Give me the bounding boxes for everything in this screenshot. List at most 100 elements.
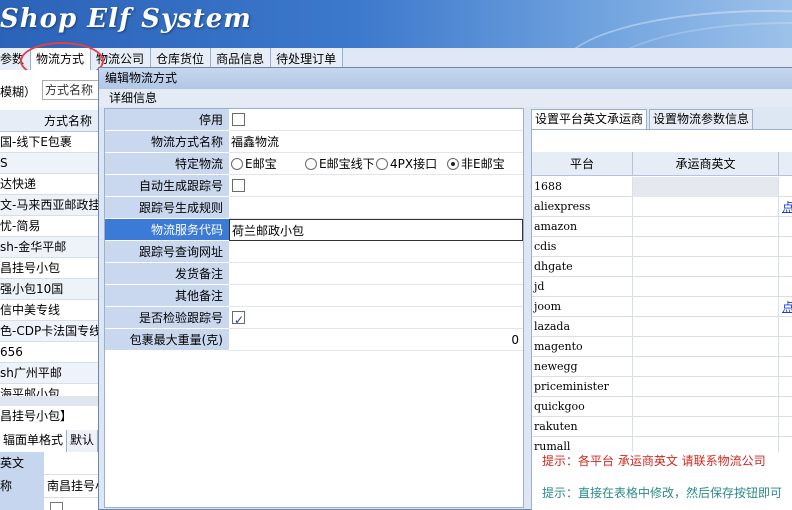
app-header-banner: Shop Elf System [0, 0, 792, 48]
list-item[interactable]: S [0, 153, 100, 174]
tracking-rule-input[interactable] [229, 197, 523, 219]
list-item[interactable]: 国-线下E包裹 [0, 132, 100, 153]
radio-4px-api[interactable]: 4PX接口 [376, 157, 437, 171]
carrier-cell[interactable] [633, 257, 779, 277]
carrier-tip: 提示：各平台 承运商英文 请联系物流公司 [542, 454, 766, 468]
carrier-cell[interactable] [633, 277, 779, 297]
field-auto-tracking: 自动生成跟踪号 [105, 175, 525, 197]
field-max-weight: 包裹最大重量(克) 0 [105, 329, 525, 351]
search-input[interactable]: 方式名称 [42, 80, 100, 100]
grid-rows: 1688 aliexpress 点 amazon cdis dhgate jd j… [532, 177, 792, 452]
shipping-note-input[interactable] [229, 263, 523, 285]
radio-eub[interactable]: E邮宝 [231, 157, 277, 171]
verify-tracking-checkbox[interactable] [232, 309, 245, 328]
table-row: amazon [532, 217, 792, 237]
carrier-cell[interactable] [633, 237, 779, 257]
detail-checkbox[interactable] [50, 502, 63, 510]
field-label: 停用 [105, 109, 229, 131]
platform-cell: rumall [532, 437, 633, 452]
platform-cell: lazada [532, 317, 633, 337]
field-label: 自动生成跟踪号 [105, 175, 229, 197]
detail-row: 英文 [0, 452, 100, 475]
field-method-name: 物流方式名称 福鑫物流 [105, 131, 525, 153]
detail-value[interactable]: 南昌挂号小 [47, 475, 100, 498]
column-header-platform[interactable]: 平台 [532, 152, 633, 176]
field-label: 其他备注 [105, 285, 229, 307]
shipping-method-list-panel: 模糊） 方式名称 方式名称 国-线下E包裹 S 达快递 文-马来西亚邮政挂 忧-… [0, 70, 100, 510]
service-code-input[interactable]: 荷兰邮政小包 [229, 219, 523, 241]
app-title: Shop Elf System [0, 4, 252, 34]
right-tabs: 设置平台英文承运商 设置物流参数信息 [531, 109, 792, 130]
list-item[interactable]: 强小包10国 [0, 279, 100, 300]
row-link[interactable]: 点 [782, 297, 792, 317]
carrier-cell[interactable] [633, 337, 779, 357]
carrier-cell[interactable] [633, 317, 779, 337]
detail-key: 英文 [0, 452, 44, 475]
platform-cell: magento [532, 337, 633, 357]
carrier-cell[interactable] [633, 357, 779, 377]
edit-shipping-method-dialog: 编辑物流方式 详细信息 停用 物流方式名称 福鑫物流 特定物流 E邮宝 E邮宝线… [98, 67, 792, 510]
radio-eub-offline[interactable]: E邮宝线下 [305, 157, 375, 171]
auto-tracking-checkbox[interactable] [232, 179, 245, 192]
column-header-carrier[interactable]: 承运商英文 [633, 152, 779, 176]
list-item[interactable]: 信中美专线 [0, 300, 100, 321]
detail-tabs: 辐面单格式 默认 [0, 430, 100, 452]
row-link[interactable]: 点 [782, 197, 792, 217]
group-label: 昌挂号小包】 [0, 409, 73, 423]
table-row: rumall [532, 437, 792, 452]
list-item[interactable]: sh广州平邮 [0, 363, 100, 384]
list-item[interactable]: 忧-简易 [0, 216, 100, 237]
platform-cell: aliexpress [532, 197, 633, 217]
property-grid: 停用 物流方式名称 福鑫物流 特定物流 E邮宝 E邮宝线下 4PX接口 非E邮宝… [104, 108, 524, 508]
grid-header: 平台 承运商英文 [532, 152, 792, 176]
field-disabled: 停用 [105, 109, 525, 131]
disabled-checkbox[interactable] [232, 113, 245, 126]
tab-label-format[interactable]: 辐面单格式 [0, 430, 68, 452]
method-name-input[interactable]: 福鑫物流 [229, 131, 523, 153]
list-item[interactable]: 656 [0, 342, 100, 363]
table-row: priceminister [532, 377, 792, 397]
field-verify-tracking: 是否检验跟踪号 [105, 307, 525, 329]
field-label: 物流服务代码 [105, 219, 229, 241]
tracking-url-input[interactable] [229, 241, 523, 263]
table-row: newegg [532, 357, 792, 377]
tab-platform-carrier[interactable]: 设置平台英文承运商 [531, 109, 648, 130]
carrier-cell[interactable] [633, 437, 779, 452]
field-label: 包裹最大重量(克) [105, 329, 229, 351]
carrier-cell[interactable] [633, 377, 779, 397]
carrier-cell[interactable] [633, 297, 779, 317]
panel-splitter[interactable] [0, 396, 100, 406]
carrier-cell[interactable] [633, 417, 779, 437]
platform-cell: cdis [532, 237, 633, 257]
platform-cell: priceminister [532, 377, 633, 397]
tab-default[interactable]: 默认 [67, 430, 99, 452]
carrier-cell[interactable] [633, 217, 779, 237]
platform-cell: newegg [532, 357, 633, 377]
max-weight-input[interactable]: 0 [511, 329, 519, 350]
details-section-header: 详细信息 [99, 89, 792, 107]
detail-key [0, 498, 44, 510]
list-item[interactable]: 色-CDP卡法国专线 [0, 321, 100, 342]
radio-non-eub[interactable]: 非E邮宝 [447, 157, 505, 171]
field-specific-logistics: 特定物流 E邮宝 E邮宝线下 4PX接口 非E邮宝 [105, 153, 525, 175]
menu-item-params[interactable]: 参数 [0, 48, 32, 70]
dialog-title: 编辑物流方式 [99, 68, 792, 89]
list-item[interactable]: 文-马来西亚邮政挂 [0, 195, 100, 216]
carrier-cell[interactable] [633, 177, 779, 197]
carrier-panel: 平台 承运商英文 1688 aliexpress 点 amazon cdis dh… [531, 129, 792, 510]
tab-logistics-params[interactable]: 设置物流参数信息 [649, 109, 754, 129]
field-label: 跟踪号生成规则 [105, 197, 229, 219]
list-column-header: 方式名称 [0, 110, 100, 132]
list-item[interactable]: sh-金华平邮 [0, 237, 100, 258]
carrier-grid: 平台 承运商英文 1688 aliexpress 点 amazon cdis dh… [532, 152, 792, 452]
carrier-cell[interactable] [633, 397, 779, 417]
table-row: jd [532, 277, 792, 297]
list-item[interactable]: 达快递 [0, 174, 100, 195]
list-item[interactable]: 昌挂号小包 [0, 258, 100, 279]
carrier-cell[interactable] [633, 197, 779, 217]
menu-item-shipping-methods[interactable]: 物流方式 [31, 48, 92, 70]
table-row: lazada [532, 317, 792, 337]
table-row: rakuten [532, 417, 792, 437]
table-row: cdis [532, 237, 792, 257]
other-note-input[interactable] [229, 285, 523, 307]
